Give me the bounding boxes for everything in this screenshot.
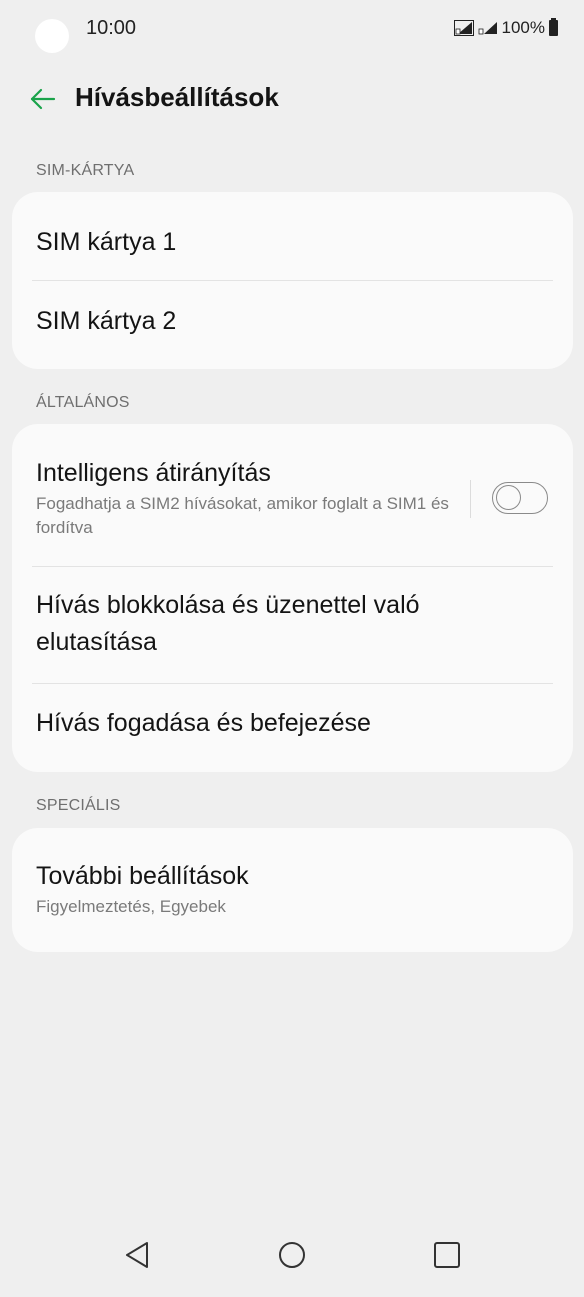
answer-end-label: Hívás fogadása és befejezése	[36, 709, 371, 737]
section-label-special: SPECIÁLIS	[36, 797, 121, 814]
divider	[32, 566, 553, 567]
list-item-answer-end[interactable]: Hívás fogadása és befejezése	[36, 705, 551, 742]
status-bar: 10:00 100%	[0, 0, 584, 60]
section-label-general: ÁLTALÁNOS	[36, 394, 130, 411]
list-item-sim1[interactable]: SIM kártya 1	[36, 224, 551, 261]
sim-card-group: SIM kártya 1 SIM kártya 2	[12, 192, 573, 369]
smart-forwarding-title: Intelligens átirányítás	[36, 459, 271, 487]
more-settings-subtitle: Figyelmeztetés, Egyebek	[36, 897, 226, 916]
section-label-sim: SIM-KÁRTYA	[36, 162, 135, 179]
divider	[32, 683, 553, 684]
arrow-left-icon[interactable]	[28, 84, 58, 114]
special-card-group: További beállítások Figyelmeztetés, Egye…	[12, 828, 573, 952]
sim2-signal-icon	[478, 22, 497, 35]
page-title: Hívásbeállítások	[75, 82, 279, 112]
battery-icon	[549, 18, 558, 36]
general-card-group: Intelligens átirányítás Fogadhatja a SIM…	[12, 424, 573, 772]
smart-forwarding-toggle[interactable]	[492, 482, 548, 514]
triangle-back-icon[interactable]	[117, 1235, 157, 1275]
app-bar: Hívásbeállítások	[0, 74, 584, 124]
status-time: 10:00	[86, 17, 137, 39]
list-item-sim2[interactable]: SIM kártya 2	[36, 303, 551, 340]
divider	[32, 280, 553, 281]
smart-forwarding-subtitle: Fogadhatja a SIM2 hívásokat, amikor fogl…	[36, 494, 449, 537]
toggle-knob	[496, 485, 521, 510]
more-settings-title: További beállítások	[36, 862, 249, 890]
sim1-label: SIM kártya 1	[36, 228, 177, 256]
camera-cutout	[35, 19, 69, 53]
call-blocking-label: Hívás blokkolása és üzenettel való eluta…	[36, 591, 420, 656]
circle-home-icon[interactable]	[272, 1235, 312, 1275]
navigation-bar	[0, 1225, 584, 1297]
list-item-more-settings[interactable]: További beállítások Figyelmeztetés, Egye…	[36, 858, 551, 919]
sim1-signal-icon	[453, 20, 474, 36]
list-item-call-blocking[interactable]: Hívás blokkolása és üzenettel való eluta…	[36, 587, 513, 661]
square-recents-icon[interactable]	[427, 1235, 467, 1275]
sim2-label: SIM kártya 2	[36, 307, 177, 335]
battery-percent: 100%	[501, 18, 545, 37]
toggle-separator	[470, 480, 471, 518]
list-item-smart-forwarding[interactable]: Intelligens átirányítás Fogadhatja a SIM…	[36, 455, 453, 540]
status-icons: 100%	[453, 18, 558, 38]
